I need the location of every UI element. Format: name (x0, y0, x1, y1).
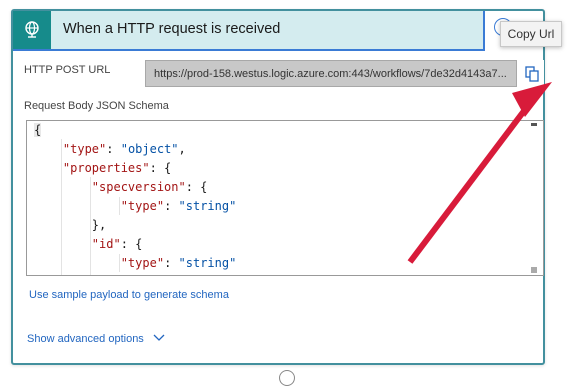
http-post-url-label: HTTP POST URL (24, 64, 111, 76)
code-line: } (34, 273, 99, 275)
chevron-down-icon (153, 333, 165, 345)
code-line: "type": "string" (120, 256, 237, 270)
copy-url-tooltip: Copy Url (500, 21, 562, 47)
code-line: { (34, 123, 42, 137)
copy-url-button[interactable] (520, 60, 544, 87)
http-post-url-field[interactable]: https://prod-158.westus.logic.azure.com:… (145, 60, 517, 87)
sample-payload-link[interactable]: Use sample payload to generate schema (29, 289, 229, 301)
schema-editor[interactable]: { "type": "object", "properties": { "spe… (26, 120, 544, 276)
advanced-options-label: Show advanced options (27, 333, 144, 345)
code-line: }, (34, 218, 107, 232)
code-line: "id": { (91, 237, 143, 251)
globe-icon (13, 11, 51, 49)
editor-scrollbar[interactable] (531, 123, 537, 273)
code-line: "specversion": { (91, 180, 208, 194)
code-line: "type": "string" (120, 199, 237, 213)
add-step-connector[interactable] (279, 370, 295, 386)
trigger-title: When a HTTP request is received (63, 21, 281, 37)
copy-icon (525, 65, 539, 82)
code-line: "type": "object", (62, 142, 186, 156)
code-line: "properties": { (62, 161, 172, 175)
trigger-header[interactable]: When a HTTP request is received (13, 11, 485, 51)
show-advanced-options[interactable]: Show advanced options (27, 333, 165, 345)
schema-label: Request Body JSON Schema (24, 100, 169, 112)
